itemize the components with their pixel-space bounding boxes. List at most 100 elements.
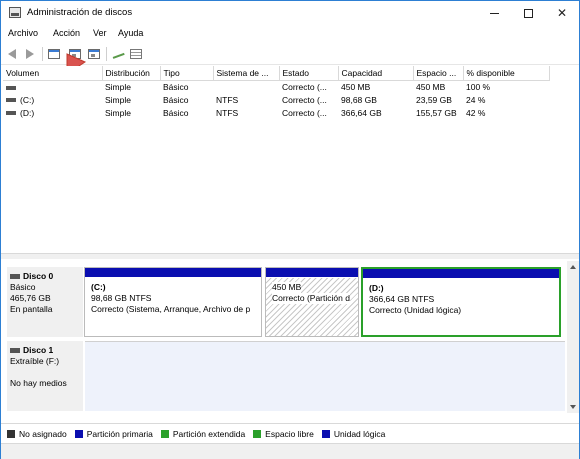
disk-size: 465,76 GB — [10, 293, 51, 303]
pane-splitter[interactable] — [1, 253, 579, 259]
partition-status: Correcto (Partición d — [272, 293, 350, 304]
menu-accion[interactable]: Acción — [53, 28, 80, 38]
capacity-cell: 366,64 GB — [341, 107, 382, 118]
disk-state: En pantalla — [10, 304, 53, 314]
type-cell: Básico — [163, 94, 189, 105]
forward-button[interactable] — [23, 47, 37, 61]
disk-kind: Extraíble (F:) — [10, 356, 60, 366]
type-cell: Básico — [163, 107, 189, 118]
status-cell: Correcto (... — [282, 81, 327, 92]
column-header-tipo[interactable]: Tipo — [160, 66, 214, 81]
disk-kind: Básico — [10, 282, 36, 292]
free-cell: 23,59 GB — [416, 94, 452, 105]
partition-d[interactable]: (D:) 366,64 GB NTFS Correcto (Unidad lóg… — [361, 267, 561, 337]
scroll-down-icon[interactable] — [570, 405, 576, 409]
column-header-distribucion[interactable]: Distribución — [102, 66, 161, 81]
status-cell: Correcto (... — [282, 94, 327, 105]
table-row[interactable]: (D:) Simple Básico NTFS Correcto (... 36… — [3, 106, 549, 119]
maximize-icon — [523, 8, 533, 18]
toolbar-separator — [106, 47, 107, 61]
minimize-button[interactable] — [479, 1, 509, 25]
disk-name: Disco 1 — [23, 345, 54, 355]
menu-ver[interactable]: Ver — [93, 28, 107, 38]
volume-drive-icon — [6, 98, 16, 103]
window-title: Administración de discos — [27, 7, 133, 18]
maximize-button[interactable] — [513, 1, 543, 25]
legend-swatch — [321, 429, 330, 438]
free-cell: 155,57 GB — [416, 107, 457, 118]
legend-swatch — [253, 429, 262, 438]
list-view-button[interactable] — [129, 47, 143, 61]
type-cell: Básico — [163, 81, 189, 92]
volume-drive-icon — [6, 85, 16, 90]
disk-1-empty-area — [85, 341, 565, 411]
back-icon — [8, 49, 16, 59]
column-header-sistema[interactable]: Sistema de ... — [213, 66, 280, 81]
legend-item: Partición extendida — [160, 429, 245, 439]
primary-partition-bar — [266, 268, 358, 278]
menu-archivo[interactable]: Archivo — [8, 28, 38, 38]
vertical-scrollbar[interactable] — [567, 261, 579, 413]
free-cell: 450 MB — [416, 81, 446, 92]
disk-icon — [10, 274, 20, 280]
legend-item: No asignado — [7, 429, 67, 439]
menu-ayuda[interactable]: Ayuda — [118, 28, 143, 38]
pct-cell: 100 % — [466, 81, 491, 92]
layout-cell: Simple — [105, 81, 131, 92]
volume-cell: (D:) — [3, 106, 102, 119]
column-header-capacidad[interactable]: Capacidad — [338, 66, 414, 81]
disk-graphical-view: Disco 0 Básico 465,76 GB En pantalla (C:… — [3, 261, 579, 413]
fs-cell: NTFS — [216, 107, 239, 118]
column-header-estado[interactable]: Estado — [279, 66, 339, 81]
disk-name: Disco 0 — [23, 271, 54, 281]
scroll-up-icon[interactable] — [570, 265, 576, 269]
legend-swatch — [74, 429, 83, 438]
column-header-volumen[interactable]: Volumen — [3, 66, 103, 81]
minimize-icon — [489, 12, 499, 14]
disk-icon — [10, 348, 20, 354]
legend-item: Partición primaria — [74, 429, 153, 439]
column-header-disponible[interactable]: % disponible — [463, 66, 550, 81]
back-button[interactable] — [5, 47, 19, 61]
column-header-espacio[interactable]: Espacio ... — [413, 66, 464, 81]
partition-status: Correcto (Sistema, Arranque, Archivo de … — [91, 304, 251, 314]
menu-bar: Archivo Acción Ver Ayuda — [1, 25, 579, 43]
partition-recovery[interactable]: 450 MB Correcto (Partición d — [265, 267, 359, 337]
table-header-row: Volumen Distribución Tipo Sistema de ...… — [3, 66, 550, 81]
close-button[interactable]: ✕ — [547, 1, 577, 25]
close-icon: ✕ — [556, 6, 568, 20]
layout-cell: Simple — [105, 94, 131, 105]
legend-item: Espacio libre — [253, 429, 314, 439]
pct-cell: 42 % — [466, 107, 486, 118]
status-cell: Correcto (... — [282, 107, 327, 118]
legend: No asignado Partición primaria Partición… — [1, 423, 579, 443]
partition-size: 366,64 GB NTFS — [369, 294, 435, 304]
primary-partition-bar — [85, 268, 261, 278]
volume-cell — [3, 80, 102, 93]
forward-icon — [26, 49, 34, 59]
disk-size — [10, 367, 83, 378]
logical-drive-bar — [363, 269, 559, 279]
title-bar: Administración de discos ✕ — [1, 1, 579, 25]
fs-cell — [213, 80, 279, 93]
disk-1-label[interactable]: Disco 1 Extraíble (F:) No hay medios — [7, 341, 83, 411]
volume-drive-icon — [6, 111, 16, 116]
disk-management-app-icon — [9, 7, 21, 18]
status-bar — [1, 443, 579, 459]
table-row[interactable]: (C:) Simple Básico NTFS Correcto (... 98… — [3, 93, 549, 106]
toolbar-separator — [42, 47, 43, 61]
volume-cell: (C:) — [3, 93, 102, 106]
legend-item: Unidad lógica — [321, 429, 385, 439]
disk-0-label[interactable]: Disco 0 Básico 465,76 GB En pantalla — [7, 267, 83, 337]
volume-table: Volumen Distribución Tipo Sistema de ...… — [3, 66, 550, 119]
capacity-cell: 98,68 GB — [341, 94, 377, 105]
volume-list: Volumen Distribución Tipo Sistema de ...… — [3, 66, 579, 251]
fs-cell: NTFS — [216, 94, 239, 105]
table-row[interactable]: Simple Básico Correcto (... 450 MB 450 M… — [3, 80, 549, 93]
legend-swatch — [160, 429, 169, 438]
partition-name: (C:) — [91, 282, 106, 292]
layout-cell: Simple — [105, 107, 131, 118]
partition-size: 98,68 GB NTFS — [91, 293, 152, 303]
partition-c[interactable]: (C:) 98,68 GB NTFS Correcto (Sistema, Ar… — [84, 267, 262, 337]
key-help-button[interactable] — [111, 47, 125, 61]
